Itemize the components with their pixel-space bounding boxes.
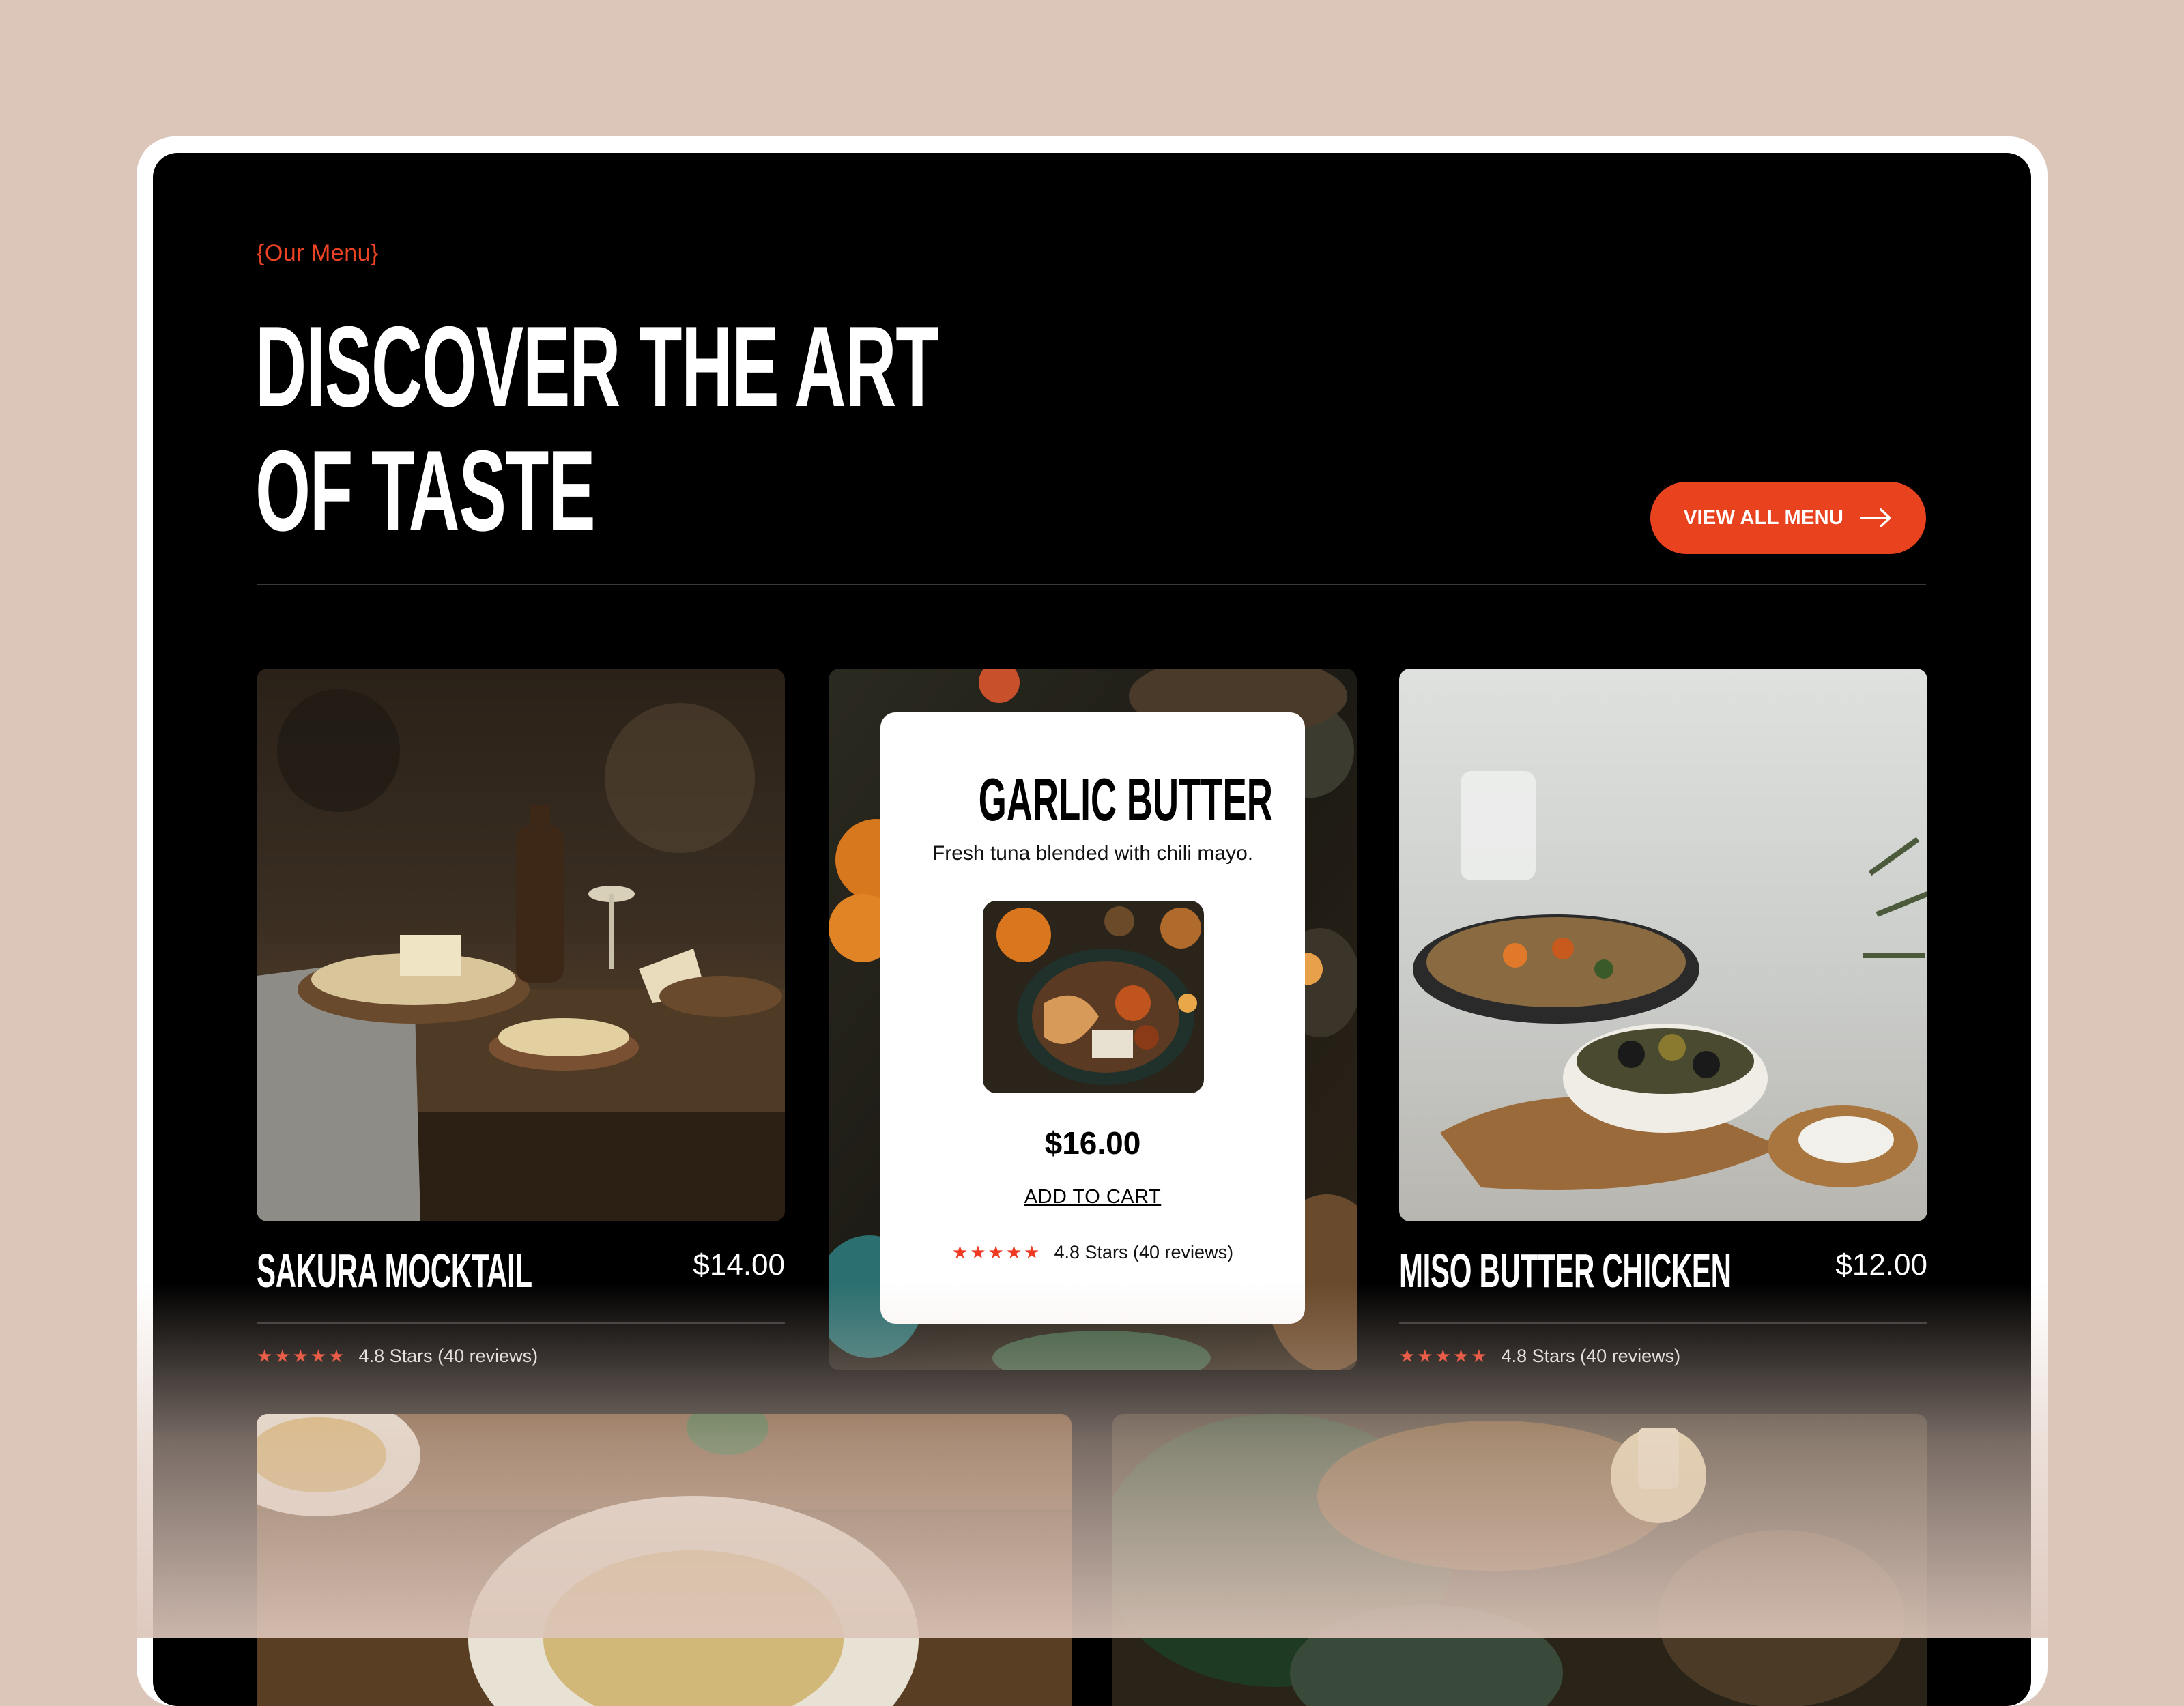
card-divider	[1399, 1322, 1927, 1324]
add-to-cart-wrapper: ADD TO CART	[880, 1186, 1305, 1209]
title-line-2: OF TASTE	[255, 426, 596, 555]
title-line-1: DISCOVER THE ART	[255, 302, 939, 431]
card-image-platter[interactable]	[1112, 1414, 1927, 1706]
card-price: $14.00	[693, 1248, 785, 1282]
food-photo	[257, 669, 785, 1221]
star-icon: ★★★★★	[951, 1242, 1042, 1262]
featured-title: GARLIC BUTTER	[880, 767, 1305, 833]
card-title: MISO BUTTER CHICKEN	[1399, 1244, 1732, 1297]
featured-price: $16.00	[1044, 1125, 1141, 1161]
rating-text: 4.8 Stars (40 reviews)	[1501, 1346, 1681, 1366]
featured-description: Fresh tuna blended with chili mayo.	[932, 842, 1254, 865]
card-price: $12.00	[1835, 1248, 1927, 1282]
featured-image	[983, 901, 1204, 1093]
rating-text: 4.8 Stars (40 reviews)	[358, 1346, 538, 1366]
section-eyebrow: {Our Menu}	[257, 240, 379, 266]
star-icon: ★★★★★	[1399, 1346, 1489, 1366]
food-photo	[1399, 669, 1927, 1221]
card-title: SAKURA MOCKTAIL	[257, 1244, 532, 1297]
featured-title-text: GARLIC BUTTER	[978, 766, 1273, 833]
featured-item-card: GARLIC BUTTER Fresh tuna blended with ch…	[880, 712, 1305, 1324]
food-photo	[983, 901, 1204, 1093]
card-image-sakura-mocktail[interactable]	[257, 669, 785, 1221]
food-photo	[257, 1414, 1072, 1706]
card-rating: ★★★★★ 4.8 Stars (40 reviews)	[1399, 1346, 1680, 1367]
add-to-cart-link[interactable]: ADD TO CART	[1024, 1186, 1162, 1208]
card-image-pasta[interactable]	[257, 1414, 1072, 1706]
view-all-menu-button[interactable]: VIEW ALL MENU	[1650, 482, 1926, 554]
rating-text: 4.8 Stars (40 reviews)	[1054, 1242, 1234, 1262]
section-divider	[257, 584, 1926, 585]
card-divider	[257, 1322, 785, 1324]
arrow-right-icon	[1860, 508, 1891, 527]
view-all-menu-label: VIEW ALL MENU	[1683, 506, 1844, 529]
card-rating: ★★★★★ 4.8 Stars (40 reviews)	[257, 1346, 538, 1367]
section-title: DISCOVER THE ART OF TASTE	[255, 302, 939, 555]
featured-rating: ★★★★★ 4.8 Stars (40 reviews)	[880, 1242, 1305, 1263]
card-image-miso-butter-chicken[interactable]	[1399, 669, 1927, 1221]
food-photo	[1112, 1414, 1927, 1706]
menu-section: {Our Menu} DISCOVER THE ART OF TASTE VIE…	[153, 153, 2031, 1706]
star-icon: ★★★★★	[257, 1346, 347, 1366]
